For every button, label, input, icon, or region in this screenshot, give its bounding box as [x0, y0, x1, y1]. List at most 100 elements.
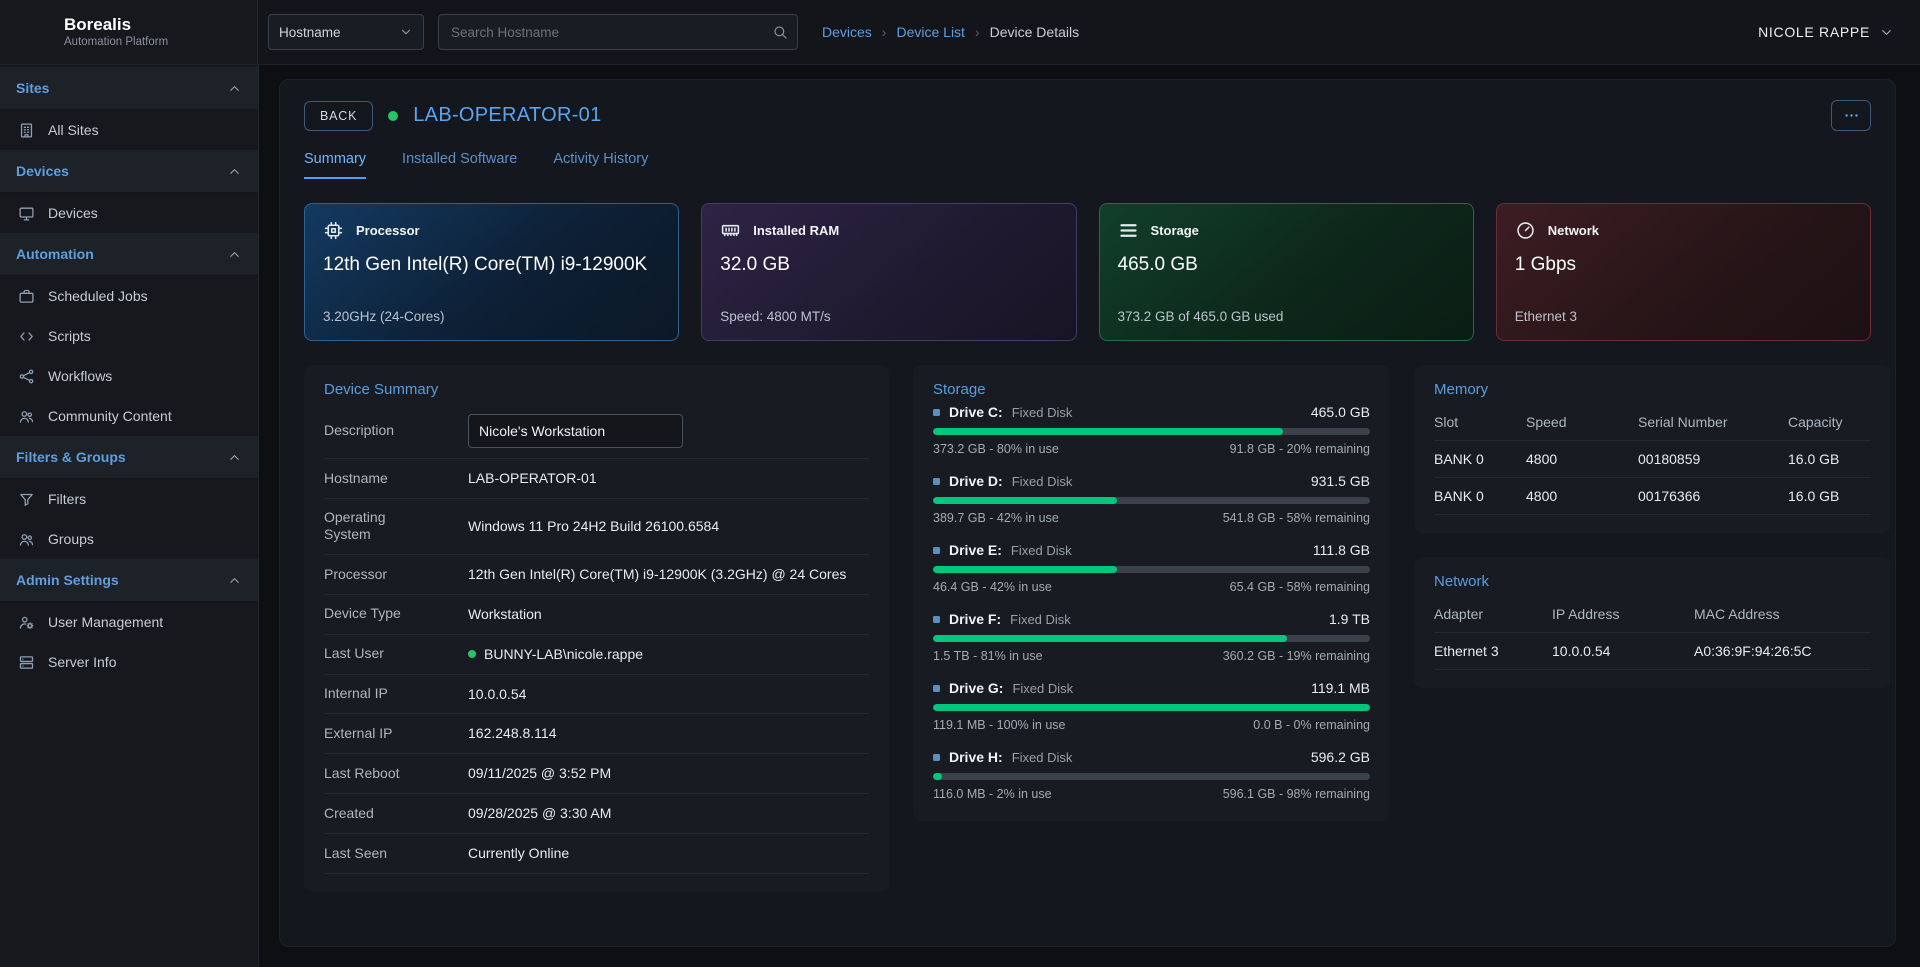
nav-item-label: Community Content	[48, 408, 172, 424]
summary-row-processor: Processor 12th Gen Intel(R) Core(TM) i9-…	[324, 555, 869, 595]
sidebar-item-scheduled-jobs[interactable]: Scheduled Jobs	[0, 276, 258, 316]
sidebar-section-header-admin-settings[interactable]: Admin Settings	[0, 559, 258, 602]
row-value: Currently Online	[468, 844, 869, 863]
drive-bullet-icon	[933, 547, 940, 554]
drive-usage-fill	[933, 773, 942, 780]
summary-row-created: Created 09/28/2025 @ 3:30 AM	[324, 794, 869, 834]
tab-bar: Summary Installed Software Activity Hist…	[304, 151, 1871, 179]
sidebar-item-filters[interactable]: Filters	[0, 479, 258, 519]
sidebar-item-user-management[interactable]: User Management	[0, 602, 258, 642]
sidebar-item-devices[interactable]: Devices	[0, 193, 258, 233]
sidebar-section-header-automation[interactable]: Automation	[0, 233, 258, 276]
drive-usage-bar	[933, 497, 1370, 504]
nav-item-label: Filters	[48, 491, 86, 507]
back-button[interactable]: BACK	[304, 101, 373, 131]
nav-item-label: Server Info	[48, 654, 116, 670]
breadcrumb-separator: ›	[882, 24, 887, 40]
drive-bullet-icon	[933, 616, 940, 623]
hostname-filter-dropdown[interactable]: Hostname	[268, 14, 424, 50]
sidebar-section-header-filters-groups[interactable]: Filters & Groups	[0, 436, 258, 479]
stat-card-title: Processor	[356, 223, 420, 238]
server-icon	[18, 654, 35, 671]
filter-icon	[18, 491, 35, 508]
more-options-button[interactable]	[1831, 100, 1871, 131]
tab-summary[interactable]: Summary	[304, 151, 366, 179]
row-value: Windows 11 Pro 24H2 Build 26100.6584	[468, 517, 869, 536]
summary-row-internal-ip: Internal IP 10.0.0.54	[324, 675, 869, 715]
stat-card-processor: Processor 12th Gen Intel(R) Core(TM) i9-…	[304, 203, 679, 341]
user-gear-icon	[18, 614, 35, 631]
app-root: Borealis Automation Platform Hostname De…	[0, 0, 1920, 967]
drive-remaining: 0.0 B - 0% remaining	[1253, 718, 1370, 732]
drive-usage-fill	[933, 704, 1370, 711]
drive-name: Drive C:	[949, 404, 1003, 420]
stat-card-value: 32.0 GB	[720, 254, 1057, 276]
stat-card-ram: Installed RAM 32.0 GB Speed: 4800 MT/s	[701, 203, 1076, 341]
stat-card-title: Network	[1548, 223, 1599, 238]
brand-subtitle: Automation Platform	[64, 36, 168, 48]
stat-card-title: Installed RAM	[753, 223, 839, 238]
search-icon	[772, 24, 788, 40]
cell: 4800	[1526, 451, 1638, 467]
borealis-logo-icon	[14, 12, 54, 52]
drive-usage-bar	[933, 566, 1370, 573]
sidebar-item-scripts[interactable]: Scripts	[0, 316, 258, 356]
drive-remaining: 65.4 GB - 58% remaining	[1230, 580, 1370, 594]
drive-used: 119.1 MB - 100% in use	[933, 718, 1065, 732]
nav-item-label: All Sites	[48, 122, 99, 138]
row-label: Last Seen	[324, 845, 436, 863]
drive-size: 931.5 GB	[1311, 473, 1370, 489]
cell: A0:36:9F:94:26:5C	[1694, 643, 1871, 659]
drive-type: Fixed Disk	[1011, 543, 1072, 558]
description-input[interactable]	[468, 414, 683, 448]
summary-row-operating-system: Operating System Windows 11 Pro 24H2 Bui…	[324, 499, 869, 555]
sidebar-item-server-info[interactable]: Server Info	[0, 642, 258, 682]
row-value: 09/28/2025 @ 3:30 AM	[468, 804, 869, 823]
sidebar-item-groups[interactable]: Groups	[0, 519, 258, 559]
stat-card-storage: Storage 465.0 GB 373.2 GB of 465.0 GB us…	[1099, 203, 1474, 341]
cell: 00176366	[1638, 488, 1788, 504]
sidebar-section-devices: Devices Devices	[0, 150, 258, 233]
cell: 10.0.0.54	[1552, 643, 1694, 659]
sidebar: Sites All Sites Devices Devices	[0, 65, 259, 967]
nav-item-label: Workflows	[48, 368, 112, 384]
breadcrumb-separator: ›	[975, 24, 980, 40]
drive-name: Drive F:	[949, 611, 1001, 627]
sidebar-item-community-content[interactable]: Community Content	[0, 396, 258, 436]
breadcrumb-devices[interactable]: Devices	[822, 24, 872, 40]
sidebar-item-workflows[interactable]: Workflows	[0, 356, 258, 396]
stat-card-caption: 3.20GHz (24-Cores)	[323, 309, 660, 324]
sidebar-item-all-sites[interactable]: All Sites	[0, 110, 258, 150]
stat-card-network: Network 1 Gbps Ethernet 3	[1496, 203, 1871, 341]
section-label: Filters & Groups	[16, 449, 126, 465]
sidebar-section-sites: Sites All Sites	[0, 67, 258, 150]
row-value: 10.0.0.54	[468, 685, 869, 704]
col-header: Speed	[1526, 414, 1638, 430]
sidebar-section-header-devices[interactable]: Devices	[0, 150, 258, 193]
row-label: External IP	[324, 725, 436, 743]
drive-type: Fixed Disk	[1012, 750, 1073, 765]
tab-installed-software[interactable]: Installed Software	[402, 151, 517, 179]
drive-size: 119.1 MB	[1311, 680, 1370, 696]
tab-activity-history[interactable]: Activity History	[553, 151, 648, 179]
panel-title: Memory	[1434, 381, 1871, 398]
drive-bullet-icon	[933, 754, 940, 761]
drive-name: Drive E:	[949, 542, 1002, 558]
breadcrumb-device-list[interactable]: Device List	[896, 24, 964, 40]
network-table-header: Adapter IP Address MAC Address	[1434, 596, 1871, 633]
drive-size: 465.0 GB	[1311, 404, 1370, 420]
drive-usage-fill	[933, 566, 1117, 573]
user-menu[interactable]: NICOLE RAPPE	[1758, 24, 1894, 40]
breadcrumb-current: Device Details	[990, 24, 1079, 40]
cell: BANK 0	[1434, 451, 1526, 467]
drive-name: Drive D:	[949, 473, 1003, 489]
drive-usage-bar	[933, 635, 1370, 642]
search-input[interactable]	[438, 14, 798, 50]
network-gauge-icon	[1515, 220, 1536, 241]
search-box	[438, 14, 798, 50]
drive-usage-fill	[933, 428, 1283, 435]
panel-title: Network	[1434, 573, 1871, 590]
workflow-icon	[18, 368, 35, 385]
sidebar-section-header-sites[interactable]: Sites	[0, 67, 258, 110]
row-label: Operating System	[324, 509, 436, 544]
